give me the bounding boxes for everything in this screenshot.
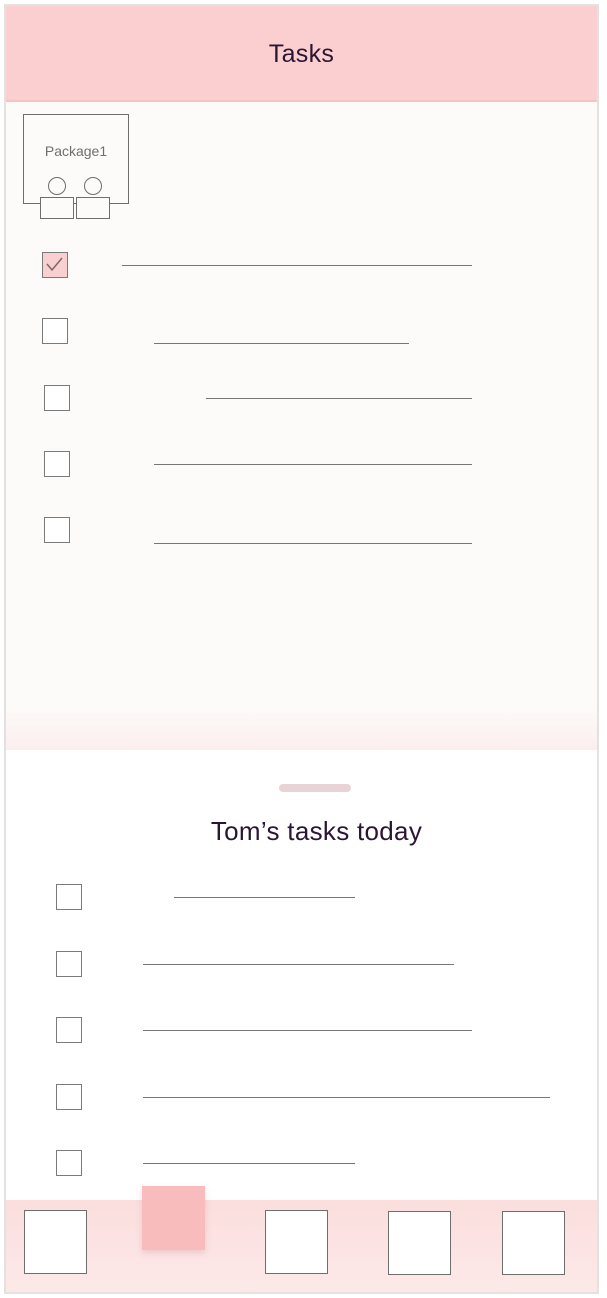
top-app-bar: Tasks	[6, 6, 597, 102]
tom-task-3-text-placeholder	[143, 1030, 472, 1031]
page-title: Tasks	[268, 40, 335, 68]
nav-item-2-active[interactable]	[142, 1186, 205, 1250]
package-left-knob-icon	[48, 177, 66, 195]
tom-task-4-text-placeholder	[143, 1097, 550, 1098]
tom-task-1-checkbox[interactable]	[56, 884, 82, 910]
sheet-title: Tom’s tasks today	[210, 816, 423, 846]
task-1-checkbox[interactable]	[42, 252, 68, 278]
package-right-knob-icon	[84, 177, 102, 195]
tom-task-2-text-placeholder	[143, 964, 454, 965]
nav-item-5[interactable]	[502, 1211, 565, 1275]
nav-item-3[interactable]	[265, 1210, 328, 1274]
checkmark-icon	[46, 257, 63, 272]
package-label: Package1	[44, 143, 108, 159]
package-left-base-icon	[40, 197, 74, 219]
tom-task-3-checkbox[interactable]	[56, 1017, 82, 1043]
nav-item-1[interactable]	[24, 1210, 87, 1274]
tom-task-1-text-placeholder	[174, 897, 355, 898]
task-5-checkbox[interactable]	[44, 517, 70, 543]
tom-task-5-text-placeholder	[143, 1163, 355, 1164]
task-2-text-placeholder	[154, 343, 409, 344]
bottom-navigation-bar	[6, 1186, 597, 1292]
sheet-shadow	[6, 706, 597, 750]
task-2-checkbox[interactable]	[42, 318, 68, 344]
tom-task-4-checkbox[interactable]	[56, 1084, 82, 1110]
tom-task-2-checkbox[interactable]	[56, 951, 82, 977]
task-3-text-placeholder	[206, 398, 472, 399]
task-4-checkbox[interactable]	[44, 451, 70, 477]
app-frame: Tasks Package1 Tom’s tasks today	[4, 4, 599, 1294]
task-3-checkbox[interactable]	[44, 385, 70, 411]
package-card[interactable]: Package1	[23, 114, 129, 219]
nav-item-4[interactable]	[388, 1211, 451, 1275]
task-5-text-placeholder	[154, 543, 472, 544]
tom-task-5-checkbox[interactable]	[56, 1150, 82, 1176]
package-right-base-icon	[76, 197, 110, 219]
task-4-text-placeholder	[154, 464, 472, 465]
sheet-drag-handle[interactable]	[279, 784, 351, 792]
task-1-text-placeholder	[122, 265, 472, 266]
